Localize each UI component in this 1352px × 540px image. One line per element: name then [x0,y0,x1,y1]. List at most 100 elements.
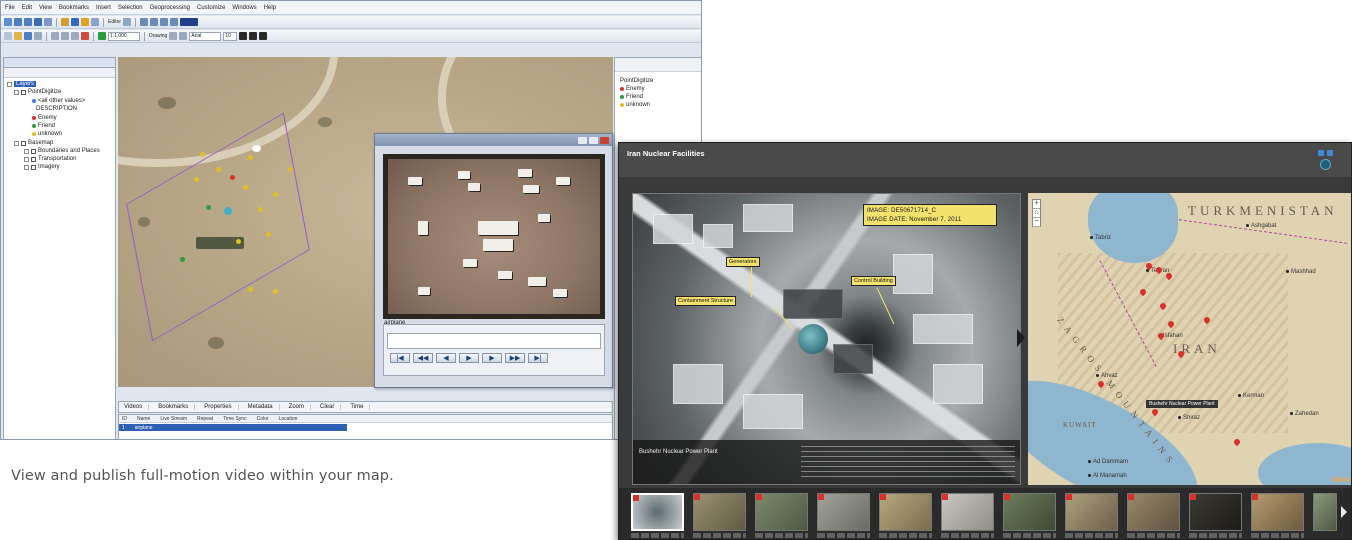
video-track-grid[interactable] [387,333,601,349]
tab-videos[interactable]: Videos [124,404,150,410]
panel-group[interactable]: PointDigitize [620,78,653,84]
carousel-next-icon[interactable] [1341,506,1347,518]
select-icon[interactable] [61,18,69,26]
tab-zoom[interactable]: Zoom [289,404,311,410]
toc-basemap[interactable]: Basemap [14,140,53,146]
toc-basemap-imagery[interactable]: Imagery [24,164,60,170]
menu-customize[interactable]: Customize [197,5,225,11]
edit-tool-icon[interactable] [123,18,132,26]
measure-icon[interactable] [91,18,99,26]
point-unknown[interactable] [216,167,221,172]
bold-icon[interactable] [239,32,248,40]
panel-item-friend[interactable]: Friend [620,94,643,100]
fast-forward-button[interactable]: ▶▶ [505,353,525,363]
point-friend[interactable] [206,205,211,210]
point-selected[interactable] [224,207,232,215]
point-unknown[interactable] [236,239,241,244]
menu-insert[interactable]: Insert [96,5,111,11]
point-unknown[interactable] [194,177,199,182]
go-to-start-button[interactable]: |◀ [390,353,410,363]
globe-icon[interactable] [34,18,42,26]
scale-field[interactable]: 1:1,000 [108,31,140,41]
tab-bookmarks[interactable]: Bookmarks [158,404,196,410]
tab-clear[interactable]: Clear [320,404,342,410]
video-tool-icon[interactable] [140,18,149,26]
point-unknown[interactable] [288,167,293,172]
satellite-image-panel[interactable]: IMAGE: DE50671714_C IMAGE DATE: November… [632,193,1021,485]
maximize-icon[interactable] [589,136,598,144]
reference-map[interactable]: TURKMENISTAN IRAN KUWAIT ZAGROS MOUNTAIN… [1028,193,1351,485]
tab-metadata[interactable]: Metadata [248,404,280,410]
go-to-end-button[interactable]: ▶| [528,353,548,363]
menu-view[interactable]: View [39,5,52,11]
thumbnail[interactable] [755,493,808,531]
menu-selection[interactable]: Selection [118,5,143,11]
add-data-icon[interactable] [98,32,106,40]
thumbnail[interactable] [1251,493,1304,531]
toc-basemap-boundaries[interactable]: Boundaries and Places [24,148,100,154]
point-unknown[interactable] [243,185,248,190]
point-unknown[interactable] [266,232,271,237]
home-button[interactable]: ⌂ [1033,209,1040,218]
font-field[interactable]: Arial [189,31,222,41]
open-icon[interactable] [14,32,22,40]
cut-icon[interactable] [51,32,59,40]
twitter-icon[interactable] [1327,150,1333,156]
toc-pointdigitize[interactable]: PointDigitize [14,89,61,95]
facility-pin[interactable] [1232,437,1242,447]
toc-basemap-transportation[interactable]: Transportation [24,156,76,162]
zoom-in-icon[interactable] [14,18,22,26]
new-icon[interactable] [4,32,12,40]
menu-edit[interactable]: Edit [22,5,32,11]
play-button[interactable]: ▶ [459,353,479,363]
point-friend[interactable] [180,257,185,262]
menu-windows[interactable]: Windows [232,5,256,11]
step-forward-button[interactable]: ▶ [482,353,502,363]
point-unknown[interactable] [248,155,253,160]
zoom-in-button[interactable]: + [1033,200,1040,209]
table-row[interactable]: 1 airplane [119,424,347,431]
point-unknown[interactable] [273,192,278,197]
thumbnail[interactable] [817,493,870,531]
toc-layers[interactable]: Layers [7,81,37,87]
point-unknown[interactable] [258,207,263,212]
minimize-icon[interactable] [578,136,587,144]
thumbnail[interactable] [631,493,684,531]
panel-item-enemy[interactable]: Enemy [620,86,645,92]
menu-help[interactable]: Help [264,5,276,11]
video-record-icon[interactable] [170,18,179,26]
zoom-out-button[interactable]: − [1033,218,1040,227]
print-icon[interactable] [34,32,42,40]
panel-divider-arrow[interactable] [1017,329,1025,347]
pan-icon[interactable] [4,18,12,26]
font-size-field[interactable]: 10 [223,31,238,41]
color-swatch-icon[interactable] [180,18,199,26]
panel-item-unknown[interactable]: unknown [620,102,650,108]
thumbnail[interactable] [1189,493,1242,531]
full-extent-icon[interactable] [44,18,52,26]
facebook-icon[interactable] [1318,150,1324,156]
find-icon[interactable] [81,18,89,26]
drawing-menu[interactable]: Drawing [149,33,167,39]
thumbnail[interactable] [879,493,932,531]
tab-time[interactable]: Time [350,404,371,410]
thumbnail[interactable] [1065,493,1118,531]
video-play-icon[interactable] [150,18,159,26]
identify-icon[interactable] [71,18,79,26]
point-unknown[interactable] [273,289,278,294]
thumbnail[interactable] [1313,493,1337,531]
editor-menu[interactable]: Editor [108,19,121,25]
menu-file[interactable]: File [5,5,15,11]
save-icon[interactable] [24,32,32,40]
thumbnail[interactable] [693,493,746,531]
video-pause-icon[interactable] [160,18,169,26]
thumbnail[interactable] [1127,493,1180,531]
menu-bookmarks[interactable]: Bookmarks [59,5,89,11]
point-unknown[interactable] [200,152,205,157]
step-back-button[interactable]: ◀ [436,353,456,363]
thumbnail[interactable] [941,493,994,531]
zoom-out-icon[interactable] [24,18,32,26]
delete-icon[interactable] [81,32,89,40]
copy-icon[interactable] [61,32,69,40]
rectangle-icon[interactable] [169,32,178,40]
